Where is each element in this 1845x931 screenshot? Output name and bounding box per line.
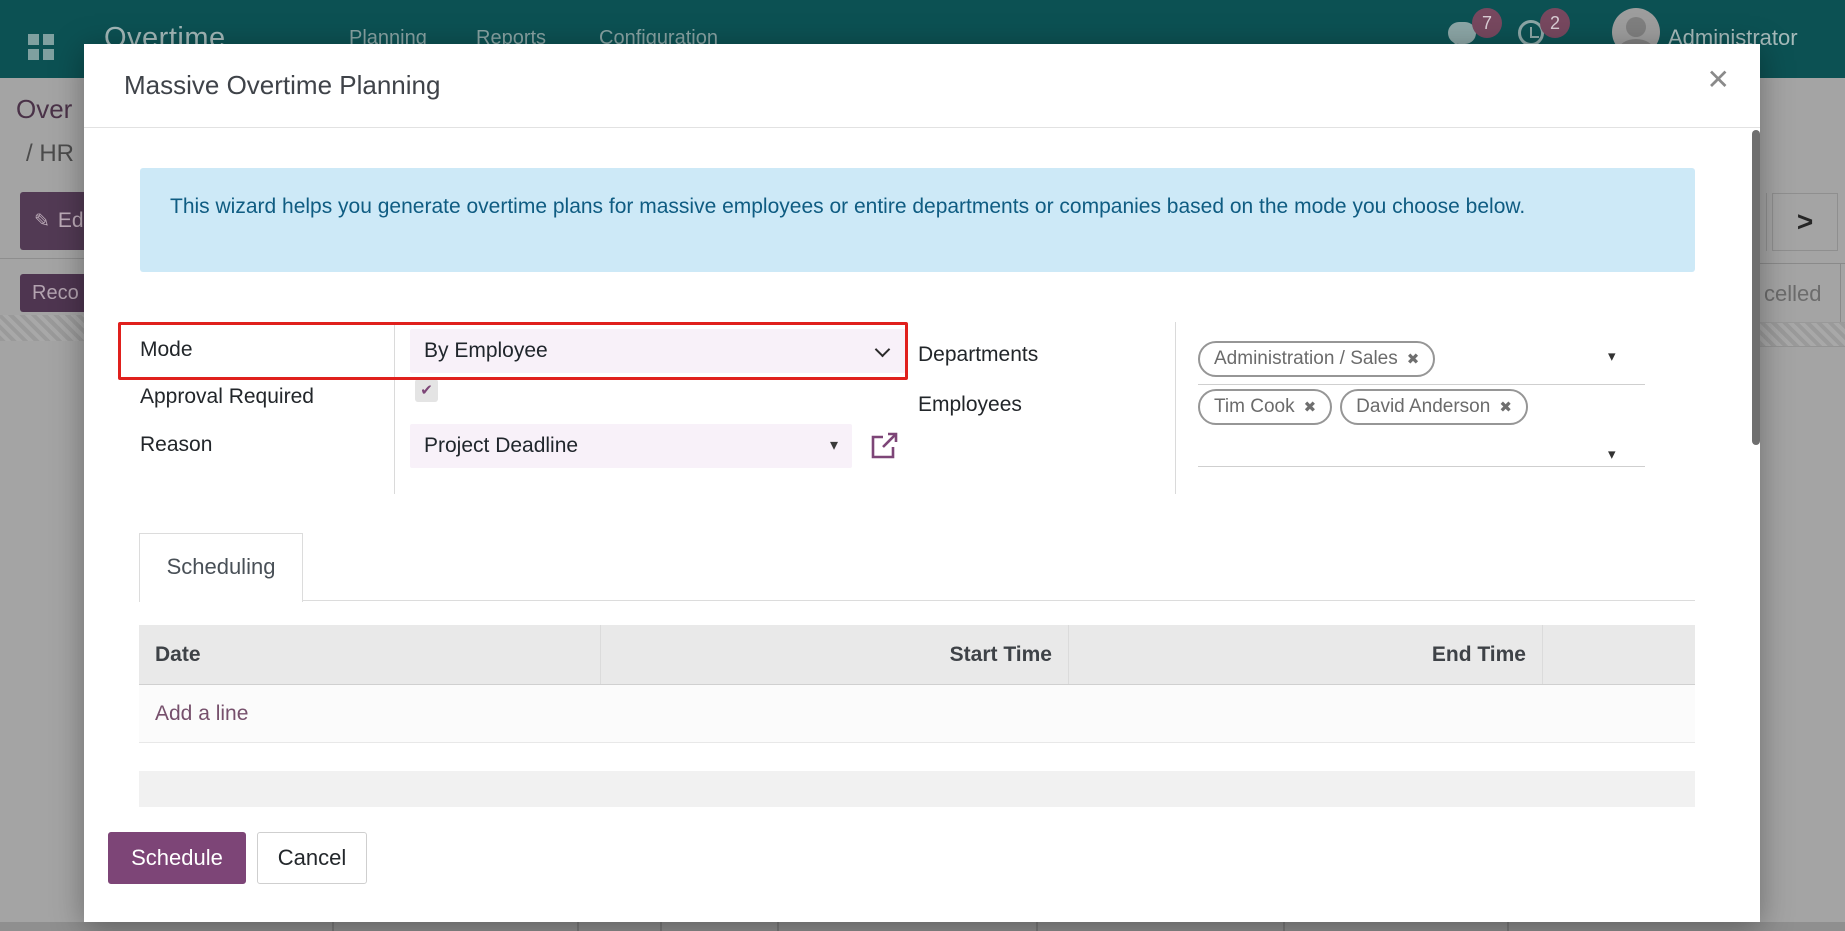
- chevron-down-icon: [875, 342, 891, 358]
- statusbar-border-right: [1840, 263, 1841, 323]
- record-action-button[interactable]: Reco: [20, 274, 92, 312]
- breadcrumb[interactable]: Over: [16, 94, 72, 125]
- employee-tag[interactable]: David Anderson ✖: [1340, 389, 1528, 425]
- edit-button[interactable]: ✎ Ed: [20, 192, 92, 250]
- employees-label: Employees: [918, 393, 1022, 417]
- column-header-start-time[interactable]: Start Time: [601, 625, 1069, 684]
- modal-scrollbar[interactable]: [1752, 130, 1760, 445]
- column-header-actions: [1543, 625, 1695, 684]
- cancel-button[interactable]: Cancel: [257, 832, 367, 884]
- schedule-table-header: Date Start Time End Time: [139, 625, 1695, 685]
- apps-menu-icon[interactable]: [28, 34, 39, 45]
- checkmark-icon: ✔: [420, 382, 433, 399]
- status-stage-cancelled[interactable]: celled: [1764, 281, 1821, 307]
- schedule-table-row: Add a line: [139, 685, 1695, 743]
- edit-button-label: Ed: [58, 209, 84, 232]
- employees-dropdown-caret-icon[interactable]: ▾: [1608, 445, 1616, 463]
- pager-previous-edge: [1766, 193, 1767, 251]
- breadcrumb-current: / HR: [26, 140, 74, 168]
- employee-tag[interactable]: Tim Cook ✖: [1198, 389, 1332, 425]
- control-panel-divider: [0, 258, 84, 259]
- pager-next-button[interactable]: >: [1772, 193, 1838, 251]
- remove-tag-icon[interactable]: ✖: [1407, 350, 1420, 368]
- column-header-end-time[interactable]: End Time: [1069, 625, 1543, 684]
- mode-selected-value: By Employee: [424, 339, 548, 362]
- employee-tag-label: David Anderson: [1356, 396, 1490, 418]
- statusbar-border-top: [1760, 263, 1845, 264]
- schedule-button[interactable]: Schedule: [108, 832, 246, 884]
- approval-required-checkbox[interactable]: ✔: [415, 379, 438, 402]
- background-table-header-strip: [0, 922, 1845, 931]
- departments-label: Departments: [918, 343, 1038, 367]
- schedule-table-footer: [139, 771, 1695, 807]
- tab-scheduling[interactable]: Scheduling: [139, 533, 303, 602]
- background-hatch-left: [0, 315, 84, 341]
- record-action-label: Reco: [32, 282, 79, 304]
- mode-label: Mode: [140, 338, 193, 362]
- employees-tags: Tim Cook ✖ David Anderson ✖: [1198, 389, 1528, 425]
- wizard-info-text: This wizard helps you generate overtime …: [170, 191, 1620, 224]
- wizard-info-alert: This wizard helps you generate overtime …: [140, 168, 1695, 272]
- remove-tag-icon[interactable]: ✖: [1499, 398, 1512, 416]
- departments-field-underline: [1198, 384, 1645, 385]
- dialog-title: Massive Overtime Planning: [124, 70, 440, 101]
- department-tag-label: Administration / Sales: [1214, 348, 1398, 370]
- form-separator-left: [394, 322, 395, 494]
- add-a-line-link[interactable]: Add a line: [155, 685, 248, 743]
- pencil-icon: ✎: [34, 193, 50, 250]
- employees-field-underline: [1198, 466, 1645, 467]
- reason-selected-value: Project Deadline: [424, 434, 578, 457]
- form-separator-right: [1175, 322, 1176, 494]
- mode-select[interactable]: By Employee: [410, 329, 906, 373]
- screen: Overtime Planning Reports Configuration …: [0, 0, 1845, 931]
- remove-tag-icon[interactable]: ✖: [1304, 398, 1317, 416]
- dialog-body: This wizard helps you generate overtime …: [84, 129, 1760, 922]
- tab-underline: [139, 600, 1695, 601]
- column-header-date[interactable]: Date: [139, 625, 601, 684]
- background-divider-right: [1760, 346, 1845, 347]
- external-link-icon[interactable]: [868, 428, 902, 462]
- departments-dropdown-caret-icon[interactable]: ▾: [1608, 347, 1616, 365]
- activities-count-badge[interactable]: 2: [1540, 8, 1570, 38]
- dialog-header: Massive Overtime Planning ✕: [84, 44, 1760, 128]
- messages-count-badge[interactable]: 7: [1472, 8, 1502, 38]
- caret-down-icon: ▾: [830, 424, 838, 468]
- background-hatch-right: [1760, 323, 1845, 346]
- employee-tag-label: Tim Cook: [1214, 396, 1295, 418]
- department-tag[interactable]: Administration / Sales ✖: [1198, 341, 1435, 377]
- departments-tags: Administration / Sales ✖: [1198, 341, 1435, 377]
- massive-overtime-planning-dialog: Massive Overtime Planning ✕ This wizard …: [84, 44, 1760, 922]
- reason-select[interactable]: Project Deadline ▾: [410, 424, 852, 468]
- approval-required-label: Approval Required: [140, 385, 314, 409]
- reason-label: Reason: [140, 433, 212, 457]
- close-icon[interactable]: ✕: [1707, 66, 1730, 94]
